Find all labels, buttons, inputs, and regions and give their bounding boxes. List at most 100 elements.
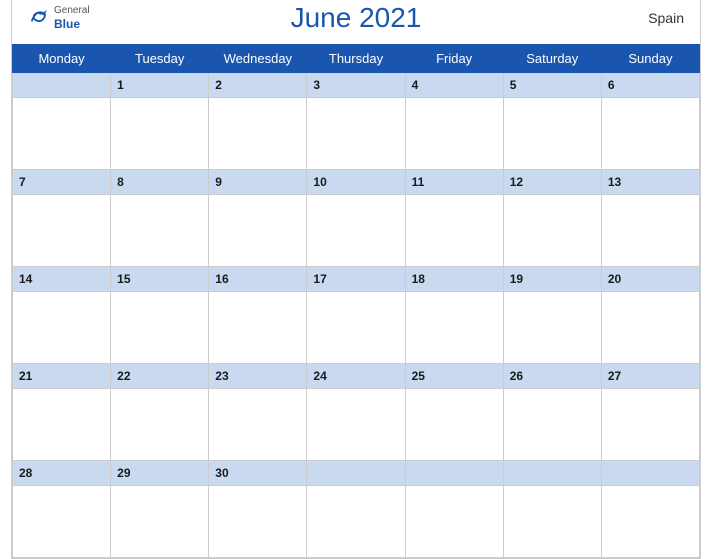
week-content-row [13,292,700,364]
week-header-cell [13,73,111,98]
week-content-cell [503,195,601,267]
week-content-cell [13,195,111,267]
week-header-cell [307,461,405,486]
week-header-cell: 20 [601,267,699,292]
day-number: 20 [608,272,621,286]
week-content-cell [405,195,503,267]
week-header-cell: 11 [405,170,503,195]
week-header-cell: 8 [111,170,209,195]
week-content-cell [503,389,601,461]
day-number: 10 [313,175,326,189]
week-content-cell [111,292,209,364]
day-number: 27 [608,369,621,383]
week-content-cell [111,389,209,461]
week-header-cell: 24 [307,364,405,389]
calendar-header: General Blue June 2021 Spain [12,0,700,44]
week-content-row [13,195,700,267]
week-header-cell: 17 [307,267,405,292]
week-header-cell: 25 [405,364,503,389]
day-number: 23 [215,369,228,383]
week-header-cell: 30 [209,461,307,486]
week-header-cell: 1 [111,73,209,98]
week-content-row [13,486,700,558]
weekday-header-row: Monday Tuesday Wednesday Thursday Friday… [13,45,700,73]
calendar-container: General Blue June 2021 Spain Monday Tues… [11,0,701,559]
week-header-cell: 18 [405,267,503,292]
week-header-cell: 22 [111,364,209,389]
col-sunday: Sunday [601,45,699,73]
week-header-row: 1 2 3 4 5 6 [13,73,700,98]
day-number: 16 [215,272,228,286]
day-number: 1 [117,78,124,92]
day-number: 28 [19,466,32,480]
logo-area: General Blue [28,5,90,31]
day-number: 19 [510,272,523,286]
week-content-cell [13,486,111,558]
day-number: 11 [412,175,425,189]
day-number: 6 [608,78,615,92]
week-header-cell: 5 [503,73,601,98]
week-content-cell [405,98,503,170]
week-header-row: 7 8 9 10 11 12 13 [13,170,700,195]
week-header-cell: 2 [209,73,307,98]
week-content-cell [601,98,699,170]
col-wednesday: Wednesday [209,45,307,73]
day-number: 22 [117,369,130,383]
country-label: Spain [648,10,684,26]
week-content-cell [503,486,601,558]
week-header-cell [601,461,699,486]
week-header-cell: 13 [601,170,699,195]
week-content-cell [307,389,405,461]
week-header-cell: 12 [503,170,601,195]
week-header-cell: 27 [601,364,699,389]
col-tuesday: Tuesday [111,45,209,73]
day-number: 8 [117,175,124,189]
week-header-cell [405,461,503,486]
day-number: 2 [215,78,222,92]
calendar-title: June 2021 [291,2,422,34]
week-header-cell: 23 [209,364,307,389]
week-content-cell [405,389,503,461]
week-header-cell: 7 [13,170,111,195]
logo-icon [28,7,50,29]
week-content-cell [503,292,601,364]
week-content-cell [111,195,209,267]
col-saturday: Saturday [503,45,601,73]
day-number: 5 [510,78,517,92]
day-number: 15 [117,272,130,286]
day-number: 24 [313,369,326,383]
day-number: 7 [19,175,26,189]
day-number: 25 [412,369,425,383]
col-monday: Monday [13,45,111,73]
col-thursday: Thursday [307,45,405,73]
logo-text: General Blue [54,5,90,31]
week-header-cell: 21 [13,364,111,389]
week-header-cell: 3 [307,73,405,98]
week-content-cell [13,292,111,364]
day-number: 13 [608,175,621,189]
day-number: 12 [510,175,523,189]
logo-blue: Blue [54,17,90,31]
week-content-cell [405,486,503,558]
day-number: 3 [313,78,320,92]
day-number: 29 [117,466,130,480]
week-header-cell: 4 [405,73,503,98]
week-content-cell [405,292,503,364]
week-content-cell [307,486,405,558]
week-header-cell: 10 [307,170,405,195]
week-content-row [13,389,700,461]
week-header-row: 21222324252627 [13,364,700,389]
week-content-cell [307,292,405,364]
day-number: 30 [215,466,228,480]
week-header-cell: 16 [209,267,307,292]
logo-general: General [54,5,90,17]
week-content-cell [209,389,307,461]
week-header-cell: 9 [209,170,307,195]
day-number: 4 [412,78,419,92]
week-content-cell [601,486,699,558]
week-content-cell [111,98,209,170]
week-content-cell [209,98,307,170]
week-header-cell: 14 [13,267,111,292]
week-content-cell [13,98,111,170]
week-content-cell [601,195,699,267]
